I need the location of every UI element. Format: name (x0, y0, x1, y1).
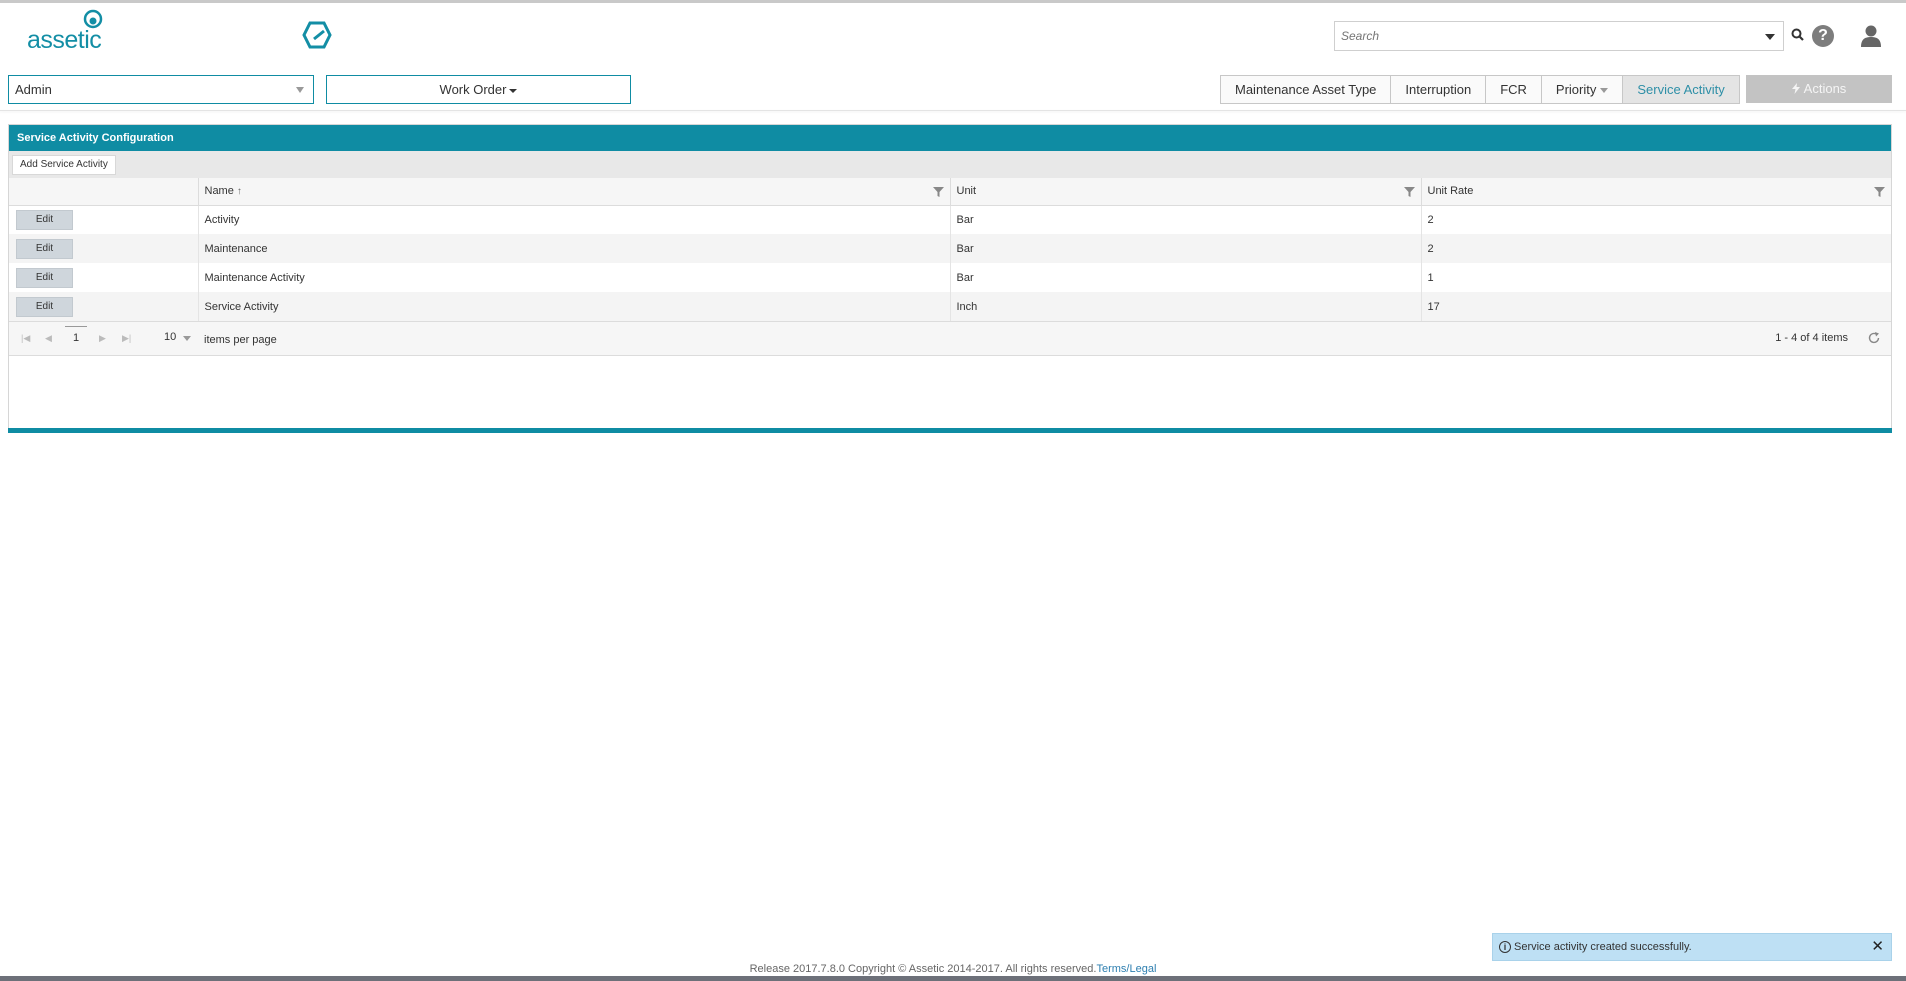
cell-unit-rate: 2 (1427, 213, 1434, 226)
filter-icon[interactable] (932, 187, 944, 197)
grid-header-actions (9, 178, 199, 206)
grid-header-unit-rate[interactable]: Unit Rate (1421, 178, 1891, 206)
edit-cell: Edit (9, 263, 199, 292)
grid-header-label: Unit (956, 185, 977, 198)
grid-header-unit[interactable]: Unit (950, 178, 1422, 206)
tab-interruption[interactable]: Interruption (1391, 75, 1487, 104)
global-search[interactable] (1334, 21, 1784, 51)
lightning-icon (1791, 83, 1800, 94)
work-order-label: Work Order (439, 82, 507, 97)
edit-button[interactable]: Edit (16, 238, 73, 259)
cell-name: Maintenance Activity (198, 263, 951, 292)
cell-unit: Inch (950, 292, 1422, 321)
table-row: Edit Service Activity Inch 17 (9, 292, 1891, 321)
caret-down-icon (509, 88, 518, 93)
table-row: Edit Maintenance Activity Bar 1 (9, 263, 1891, 292)
last-page-icon[interactable]: ▶| (122, 333, 131, 344)
cell-name: Activity (198, 205, 951, 234)
table-row: Edit Activity Bar 2 (9, 205, 1891, 234)
edit-button[interactable]: Edit (16, 296, 73, 317)
cell-unit-rate: 1 (1427, 271, 1434, 284)
tab-label: Interruption (1405, 82, 1472, 97)
link-hexagon-icon[interactable] (296, 20, 340, 50)
items-per-page-label: items per page (204, 334, 277, 346)
grid-pager: |◀ ◀ 1 ▶ ▶| 10 items per page 1 - 4 of 4… (9, 321, 1891, 356)
panel-bottom-bar (8, 428, 1892, 433)
refresh-icon[interactable] (1867, 331, 1881, 345)
tab-label: Service Activity (1637, 82, 1725, 97)
tab-fcr[interactable]: FCR (1486, 75, 1542, 104)
footer-copyright: Release 2017.7.8.0 Copyright © Assetic 2… (749, 963, 1097, 975)
cell-unit-rate: 2 (1421, 234, 1891, 263)
tab-maintenance-asset-type[interactable]: Maintenance Asset Type (1220, 75, 1392, 104)
chevron-down-icon[interactable] (183, 336, 191, 341)
terms-legal-link[interactable]: Terms/Legal (1096, 963, 1156, 975)
caret-down-icon (1600, 88, 1609, 94)
logo-text: assetic (27, 26, 102, 54)
table-row: Edit Maintenance Bar 2 (9, 234, 1891, 263)
search-icon[interactable] (1790, 27, 1806, 43)
taskbar-strip (0, 976, 1906, 981)
tab-label: FCR (1500, 82, 1527, 97)
notification-message: Service activity created successfully. (1514, 941, 1692, 953)
cell-unit: Bar (950, 263, 1422, 292)
grid-header-label: Unit Rate (1427, 185, 1474, 198)
search-input[interactable] (1335, 22, 1745, 50)
edit-cell: Edit (9, 205, 199, 234)
logo-mark-icon (83, 9, 103, 29)
edit-cell: Edit (9, 234, 199, 263)
header-divider (0, 110, 1906, 111)
next-page-icon[interactable]: ▶ (99, 333, 106, 344)
success-notification: i Service activity created successfully. … (1492, 933, 1892, 961)
grid-header-label: Name (204, 185, 234, 198)
current-page-number[interactable]: 1 (65, 326, 87, 348)
info-icon: i (1499, 941, 1511, 954)
cell-unit: Bar (950, 205, 1422, 234)
close-icon[interactable]: ✕ (1871, 934, 1884, 960)
grid-toolbar: Add Service Activity (9, 151, 1891, 178)
config-tabs: Maintenance Asset Type Interruption FCR … (1220, 75, 1740, 104)
work-order-menu-button[interactable]: Work Order (326, 75, 631, 104)
cell-unit-rate: 17 (1421, 292, 1891, 321)
search-dropdown-caret-icon[interactable] (1765, 34, 1775, 40)
edit-button[interactable]: Edit (16, 267, 73, 288)
page-size-select[interactable]: 10 (164, 331, 176, 343)
actions-label: Actions (1803, 81, 1847, 96)
add-service-activity-button[interactable]: Add Service Activity (12, 155, 116, 175)
sort-ascending-icon: ↑ (236, 186, 242, 198)
edit-button[interactable]: Edit (16, 209, 73, 230)
panel-title: Service Activity Configuration (9, 125, 1891, 151)
grid-header-name[interactable]: Name ↑ (198, 178, 951, 206)
window-top-border (0, 0, 1906, 3)
user-icon[interactable] (1860, 24, 1882, 48)
module-select[interactable]: Admin (8, 75, 314, 104)
filter-icon[interactable] (1403, 187, 1415, 197)
service-activity-panel: Service Activity Configuration Add Servi… (8, 124, 1892, 433)
cell-name: Service Activity (198, 292, 951, 321)
tab-service-activity[interactable]: Service Activity (1623, 75, 1740, 104)
assetic-logo[interactable]: assetic (27, 8, 123, 54)
cell-unit: Bar (950, 234, 1422, 263)
cell-name: Maintenance (198, 234, 951, 263)
service-activity-grid: Name ↑ Unit Unit Rate Edit Activity Bar 2 (9, 178, 1891, 321)
module-select-value: Admin (15, 82, 52, 97)
tab-label: Maintenance Asset Type (1235, 82, 1377, 97)
footer: Release 2017.7.8.0 Copyright © Assetic 2… (0, 963, 1906, 975)
help-icon[interactable]: ? (1812, 25, 1834, 47)
items-count: 1 - 4 of 4 items (1775, 332, 1848, 344)
chevron-down-icon (296, 87, 304, 93)
first-page-icon[interactable]: |◀ (21, 333, 30, 344)
tab-label: Priority (1555, 82, 1597, 97)
edit-cell: Edit (9, 292, 199, 321)
actions-button[interactable]: Actions (1746, 75, 1892, 103)
previous-page-icon[interactable]: ◀ (45, 333, 52, 344)
filter-icon[interactable] (1874, 187, 1885, 197)
tab-priority[interactable]: Priority (1541, 75, 1624, 104)
